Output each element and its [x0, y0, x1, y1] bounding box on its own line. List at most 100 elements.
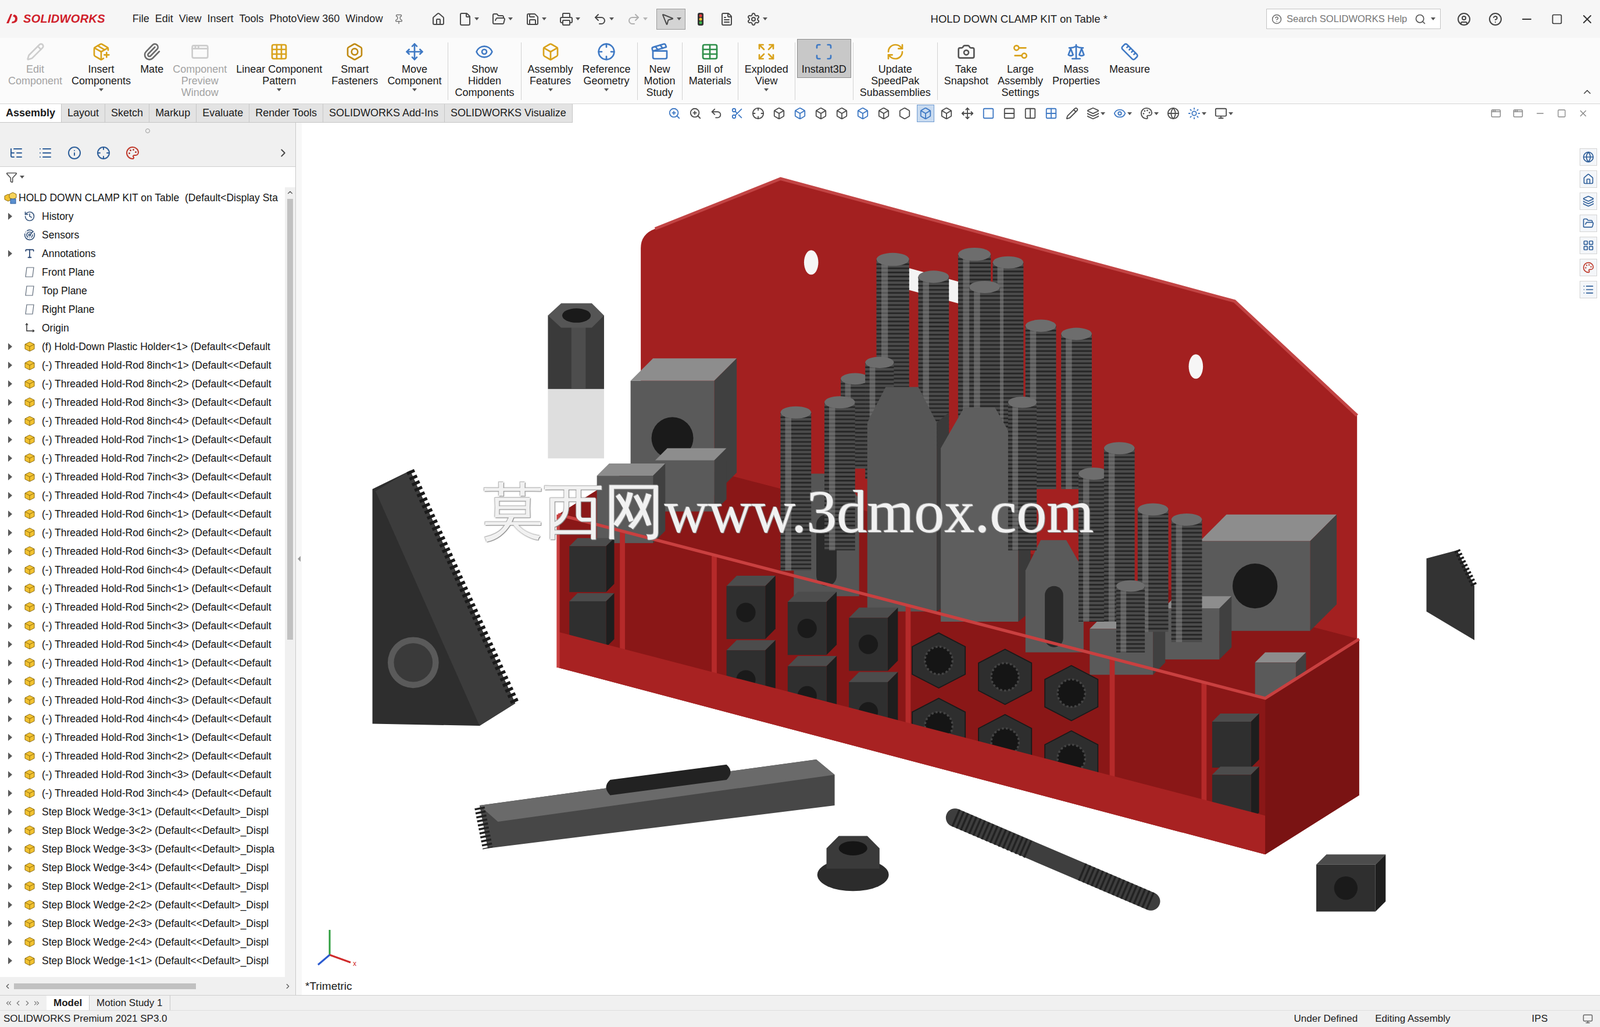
expand-slot[interactable] — [5, 566, 20, 574]
task-pane-button[interactable] — [1579, 258, 1598, 277]
ribbon-label-line[interactable]: Update — [878, 63, 913, 75]
chevron-up-icon[interactable] — [1581, 86, 1594, 98]
expand-slot[interactable] — [5, 529, 20, 537]
next-tab-icon[interactable] — [23, 998, 32, 1007]
menu-item[interactable]: File — [129, 10, 153, 28]
view-tool-icon[interactable] — [898, 106, 912, 120]
tree-item[interactable]: (-) Threaded Hold-Rod 5inch<2> (Default<… — [0, 597, 285, 617]
expand-slot[interactable] — [5, 603, 20, 611]
tree-root[interactable]: HOLD DOWN CLAMP KIT on Table (Default<Di… — [0, 188, 285, 207]
expand-slot[interactable] — [5, 863, 20, 871]
expand-arrow-icon[interactable] — [8, 677, 13, 685]
tree-item-label[interactable]: Step Block Wedge-2<2> (Default<<Default>… — [41, 898, 269, 912]
expand-arrow-icon[interactable] — [8, 826, 13, 834]
view-tool-icon[interactable] — [1002, 106, 1016, 120]
tree-item-label[interactable]: (-) Threaded Hold-Rod 6inch<4> (Default<… — [41, 563, 272, 577]
command-icon[interactable] — [405, 42, 424, 62]
view-tool-icon[interactable] — [772, 106, 786, 120]
command-icon[interactable] — [26, 42, 45, 62]
ribbon-button[interactable]: LargeAssemblySettings — [993, 38, 1048, 104]
minimize-icon[interactable] — [1534, 108, 1546, 119]
expand-arrow-icon[interactable] — [8, 584, 13, 592]
expand-slot[interactable] — [5, 491, 20, 499]
tree-item-label[interactable]: Step Block Wedge-3<3> (Default<<Default>… — [41, 843, 275, 856]
tree-item-label[interactable]: (-) Threaded Hold-Rod 6inch<3> (Default<… — [41, 545, 272, 558]
tree-item-label[interactable]: Step Block Wedge-3<2> (Default<<Default>… — [41, 824, 269, 837]
view-button[interactable] — [833, 104, 851, 123]
ribbon-label-line[interactable]: Properties — [1052, 75, 1100, 87]
tree-item[interactable]: Step Block Wedge-3<2> (Default<<Default>… — [0, 820, 285, 840]
ribbon-label-line[interactable]: Components — [71, 75, 131, 87]
tree-item-label[interactable]: (-) Threaded Hold-Rod 3inch<3> (Default<… — [41, 768, 272, 781]
panel-more[interactable] — [276, 146, 290, 160]
filter-row[interactable] — [0, 166, 296, 188]
scroll-thumb[interactable] — [287, 198, 294, 640]
expand-slot[interactable] — [5, 640, 20, 648]
tree-item[interactable]: (-) Threaded Hold-Rod 8inch<3> (Default<… — [0, 393, 285, 412]
tree-item-label[interactable]: (-) Threaded Hold-Rod 5inch<1> (Default<… — [41, 582, 272, 595]
task-pane-button[interactable] — [1579, 236, 1598, 255]
tree-item-label[interactable]: History — [41, 210, 74, 223]
tree-item-label[interactable]: Step Block Wedge-2<1> (Default<<Default>… — [41, 880, 269, 893]
command-icon[interactable] — [1011, 42, 1030, 62]
command-icon[interactable] — [700, 42, 720, 62]
tree-item[interactable]: Step Block Wedge-3<1> (Default<<Default>… — [0, 802, 285, 821]
tree-item[interactable]: (-) Threaded Hold-Rod 7inch<1> (Default<… — [0, 430, 285, 449]
ribbon-icon-frame[interactable] — [956, 41, 977, 62]
view-tool-icon[interactable] — [1065, 106, 1079, 120]
expand-arrow-icon[interactable] — [8, 361, 13, 369]
status-icon[interactable] — [1582, 1013, 1594, 1024]
expand-slot[interactable] — [5, 845, 20, 853]
ribbon-label[interactable]: Mate — [140, 63, 164, 75]
dropdown-caret-icon[interactable] — [508, 17, 513, 21]
tree-item-label[interactable]: (-) Threaded Hold-Rod 7inch<2> (Default<… — [41, 452, 272, 465]
tree-item[interactable]: Step Block Wedge-2<1> (Default<<Default>… — [0, 876, 285, 896]
expand-arrow-icon[interactable] — [8, 640, 13, 648]
options-icon[interactable] — [746, 12, 761, 27]
expand-arrow-icon[interactable] — [8, 789, 13, 797]
view-tool-icon[interactable] — [981, 106, 995, 120]
menu-item[interactable]: Tools — [236, 10, 267, 28]
ribbon-label[interactable]: Measure — [1109, 63, 1150, 75]
dropdown-caret-icon[interactable] — [643, 17, 648, 21]
tree-item[interactable]: (-) Threaded Hold-Rod 3inch<2> (Default<… — [0, 746, 285, 766]
command-icon[interactable] — [756, 42, 776, 62]
ribbon-icon-frame[interactable] — [25, 41, 46, 62]
tree-item-label[interactable]: (-) Threaded Hold-Rod 4inch<4> (Default<… — [41, 712, 272, 725]
tree-item[interactable]: Step Block Wedge-2<2> (Default<<Default>… — [0, 895, 285, 914]
help-search[interactable]: Search SOLIDWORKS Help — [1266, 8, 1441, 30]
tree-item-label[interactable]: (-) Threaded Hold-Rod 7inch<3> (Default<… — [41, 470, 272, 484]
expand-slot[interactable] — [5, 789, 20, 797]
ribbon-label[interactable]: AssemblyFeatures — [527, 63, 574, 87]
ribbon-icon-frame[interactable] — [885, 41, 906, 62]
expand-slot[interactable] — [5, 622, 20, 630]
dropdown-caret-icon[interactable] — [1127, 112, 1132, 116]
expand-arrow-icon[interactable] — [8, 380, 13, 388]
view-tool-icon[interactable] — [709, 106, 723, 120]
command-icon[interactable] — [650, 42, 670, 62]
command-icon[interactable] — [91, 42, 111, 62]
view-button[interactable] — [854, 104, 872, 123]
expand-slot[interactable] — [5, 882, 20, 890]
dropdown-caret-icon[interactable] — [19, 175, 25, 179]
menu-item[interactable]: View — [176, 10, 205, 28]
command-icon[interactable] — [345, 42, 364, 62]
expand-arrow-icon[interactable] — [8, 566, 13, 574]
ribbon-label-line[interactable]: Materials — [688, 75, 732, 87]
task-pane-icon[interactable] — [1582, 195, 1595, 207]
ribbon-label[interactable]: TakeSnapshot — [944, 63, 989, 87]
panel-tab-icon[interactable] — [9, 145, 24, 160]
expand-slot[interactable] — [5, 584, 20, 592]
tree-item-label[interactable]: (f) Hold-Down Plastic Holder<1> (Default… — [41, 340, 271, 353]
tree-item[interactable]: (-) Threaded Hold-Rod 5inch<4> (Default<… — [0, 634, 285, 654]
command-icon[interactable] — [814, 42, 834, 62]
ribbon-label-line[interactable]: Measure — [1109, 63, 1150, 75]
ribbon-button[interactable]: TakeSnapshot — [939, 38, 994, 104]
view-tool-icon[interactable] — [730, 106, 744, 120]
tile-icon[interactable] — [1490, 108, 1502, 119]
quick-access-button[interactable] — [622, 8, 652, 30]
tree-item-label[interactable]: Step Block Wedge-3<4> (Default<<Default>… — [41, 861, 269, 874]
rebuild-icon[interactable] — [694, 12, 707, 27]
ribbon-label-line[interactable]: Pattern — [262, 75, 296, 87]
help-icon[interactable] — [1488, 12, 1503, 27]
